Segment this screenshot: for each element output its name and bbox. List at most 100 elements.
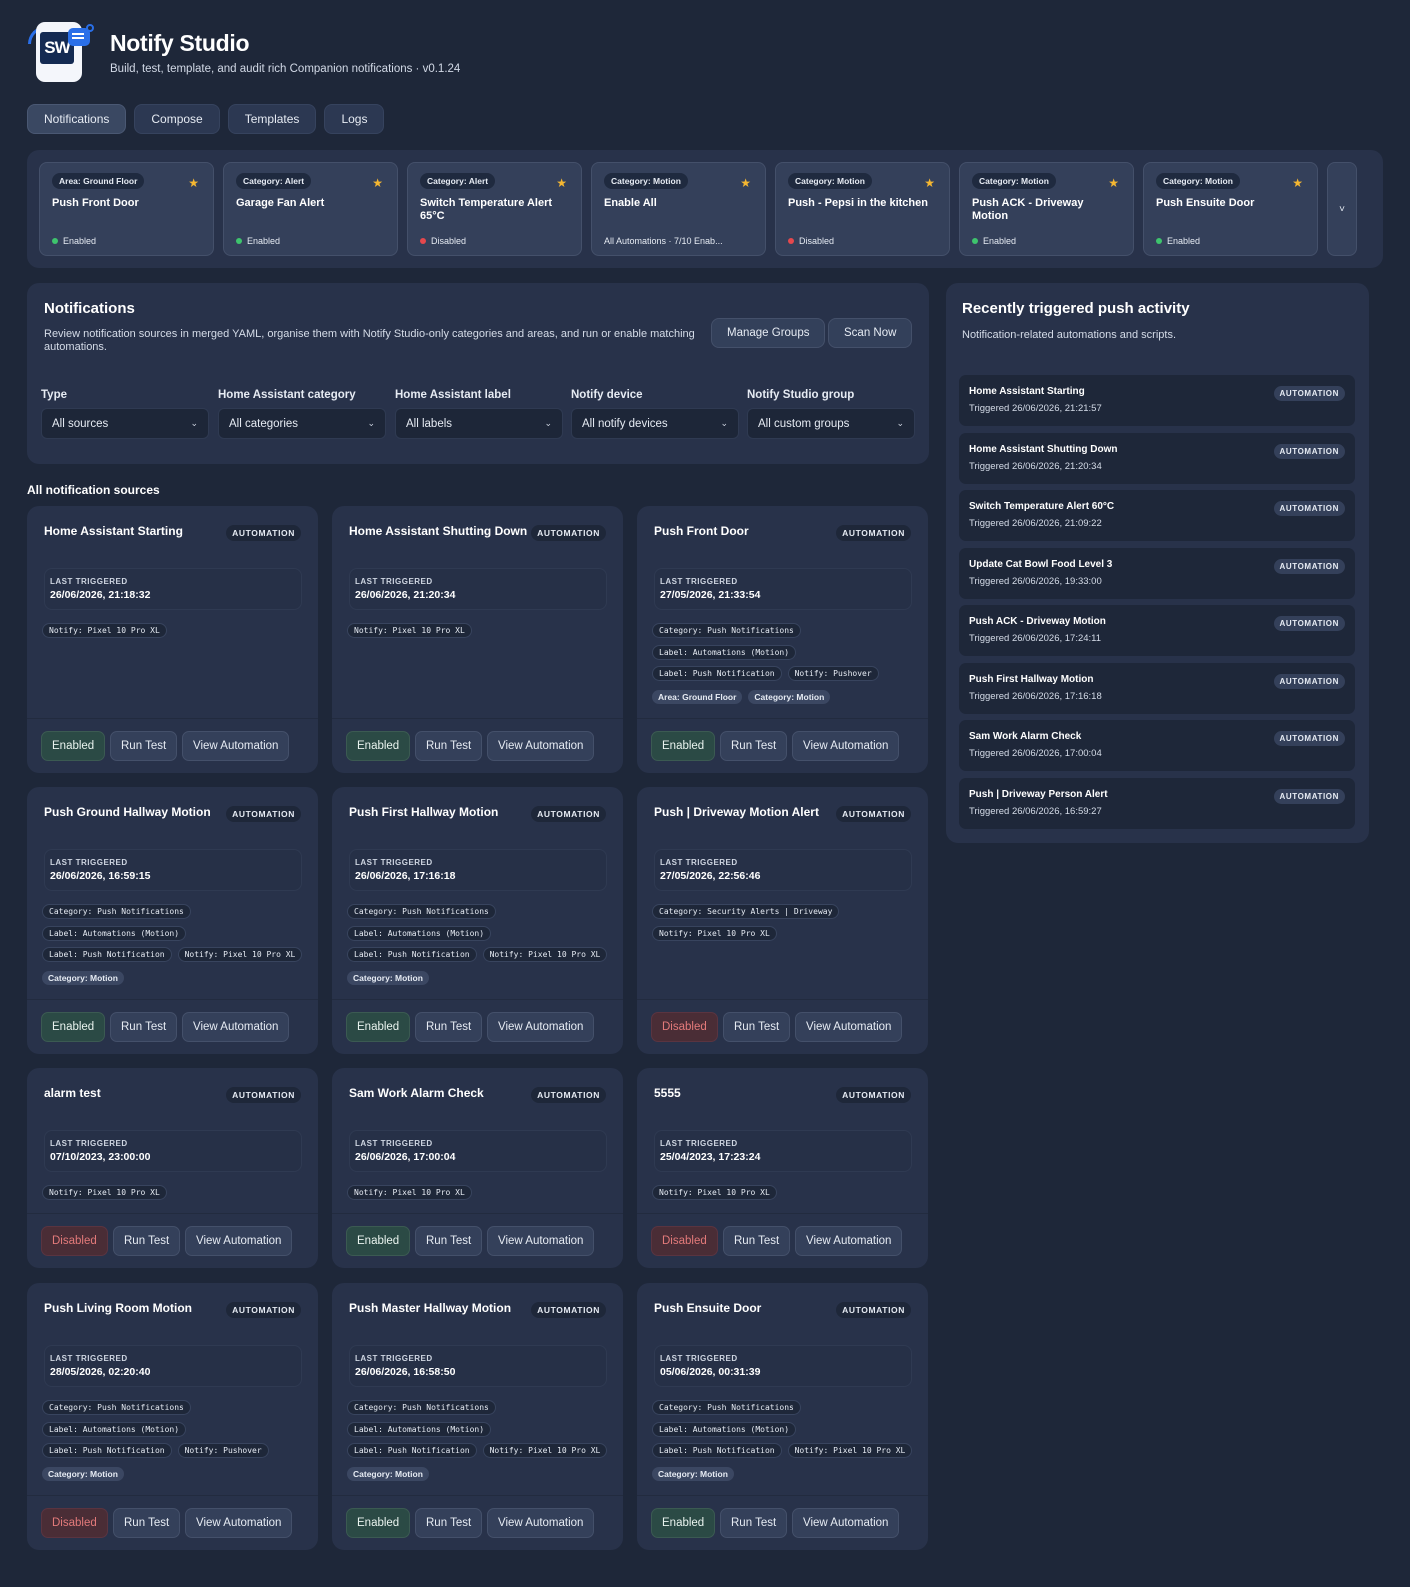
view-automation-button[interactable]: View Automation xyxy=(182,1012,290,1042)
run-test-button[interactable]: Run Test xyxy=(415,1226,483,1256)
status-dot-icon xyxy=(788,238,794,244)
scan-now-button[interactable]: Scan Now xyxy=(828,318,913,348)
run-test-button[interactable]: Run Test xyxy=(110,1012,178,1042)
run-test-button[interactable]: Run Test xyxy=(723,1226,791,1256)
run-test-button[interactable]: Run Test xyxy=(415,1508,483,1538)
tab-templates[interactable]: Templates xyxy=(227,104,317,134)
view-automation-button[interactable]: View Automation xyxy=(792,1508,900,1538)
favorite-card[interactable]: Category: Motion ★ Push ACK - Driveway Mot… xyxy=(959,162,1134,256)
favorite-card[interactable]: Category: Alert ★ Garage Fan Alert Enabled xyxy=(223,162,398,256)
last-triggered-value: 26/06/2026, 16:58:50 xyxy=(355,1366,456,1378)
enable-toggle-button[interactable]: Enabled xyxy=(41,1012,106,1042)
tag-row: Label: Automations (Motion) xyxy=(42,1421,187,1437)
enable-toggle-button[interactable]: Enabled xyxy=(651,731,716,761)
tab-logs[interactable]: Logs xyxy=(324,104,385,134)
enable-toggle-button[interactable]: Disabled xyxy=(41,1508,108,1538)
activity-item[interactable]: Push | Driveway Person Alert Triggered 26… xyxy=(959,777,1355,829)
status-dot-icon xyxy=(972,238,978,244)
activity-item[interactable]: Push ACK - Driveway Motion Triggered 26/0… xyxy=(959,605,1355,656)
source-card: Home Assistant Shutting Down AUTOMATION LA… xyxy=(332,506,623,773)
activity-time: Triggered 26/06/2026, 17:24:11 xyxy=(969,633,1102,644)
source-card: 5555 AUTOMATION LAST TRIGGERED 25/04/2023, … xyxy=(637,1068,928,1268)
activity-item[interactable]: Push First Hallway Motion Triggered 26/06… xyxy=(959,662,1355,714)
view-automation-button[interactable]: View Automation xyxy=(487,1508,595,1538)
enable-toggle-button[interactable]: Disabled xyxy=(651,1012,718,1042)
run-test-button[interactable]: Run Test xyxy=(720,1508,788,1538)
source-name: Push Master Hallway Motion xyxy=(349,1301,512,1315)
view-automation-button[interactable]: View Automation xyxy=(182,731,290,761)
activity-item[interactable]: Update Cat Bowl Food Level 3 Triggered 26… xyxy=(959,547,1355,599)
star-icon[interactable]: ★ xyxy=(1292,176,1303,190)
activity-item[interactable]: Home Assistant Starting Triggered 26/06/2… xyxy=(959,375,1355,426)
type-badge: AUTOMATION xyxy=(1273,673,1345,689)
activity-item[interactable]: Switch Temperature Alert 60°C Triggered 2… xyxy=(959,490,1355,541)
favorite-card[interactable]: Area: Ground Floor ★ Push Front Door Enable… xyxy=(39,162,214,256)
last-triggered-value: 26/06/2026, 17:00:04 xyxy=(355,1151,456,1163)
enable-toggle-button[interactable]: Disabled xyxy=(41,1226,108,1256)
star-icon[interactable]: ★ xyxy=(188,176,199,190)
run-test-button[interactable]: Run Test xyxy=(113,1226,181,1256)
enable-toggle-button[interactable]: Enabled xyxy=(346,1012,411,1042)
main-tabs: Notifications Compose Templates Logs xyxy=(27,104,385,134)
run-test-button[interactable]: Run Test xyxy=(113,1508,181,1538)
favorite-card[interactable]: Category: Motion ★ Enable All All Automatio… xyxy=(591,162,766,256)
favorite-chip: Category: Alert xyxy=(236,173,312,189)
view-automation-button[interactable]: View Automation xyxy=(487,1012,595,1042)
star-icon[interactable]: ★ xyxy=(1108,176,1119,190)
favorite-name: Switch Temperature Alert 65°C xyxy=(420,197,553,222)
activity-time: Triggered 26/06/2026, 16:59:27 xyxy=(969,805,1102,817)
enable-toggle-button[interactable]: Enabled xyxy=(41,731,106,761)
filter-select[interactable]: All labels ⌄ xyxy=(395,408,563,439)
star-icon[interactable]: ★ xyxy=(740,176,751,190)
filter-select[interactable]: All categories ⌄ xyxy=(218,408,386,439)
enable-toggle-button[interactable]: Enabled xyxy=(651,1508,716,1538)
card-actions: Disabled Run Test View Automation xyxy=(27,1213,318,1268)
last-triggered-label: LAST TRIGGERED xyxy=(355,1354,433,1363)
tag-row: Label: Push Notification Notify: Pixel 10… xyxy=(42,947,303,962)
app-header: SW Notify Studio Build, test, template, … xyxy=(28,18,460,86)
run-test-button[interactable]: Run Test xyxy=(415,731,483,761)
last-triggered-box: LAST TRIGGERED 07/10/2023, 23:00:00 xyxy=(44,1130,302,1172)
view-automation-button[interactable]: View Automation xyxy=(792,731,900,761)
view-automation-button[interactable]: View Automation xyxy=(185,1508,293,1538)
tab-notifications[interactable]: Notifications xyxy=(27,104,127,134)
star-icon[interactable]: ★ xyxy=(372,176,383,190)
last-triggered-box: LAST TRIGGERED 28/05/2026, 02:20:40 xyxy=(44,1345,302,1387)
enable-toggle-button[interactable]: Disabled xyxy=(651,1226,718,1256)
run-test-button[interactable]: Run Test xyxy=(723,1012,791,1042)
run-test-button[interactable]: Run Test xyxy=(720,731,788,761)
filter-0: Type All sources ⌄ xyxy=(41,389,209,439)
tab-compose[interactable]: Compose xyxy=(134,104,220,134)
enable-toggle-button[interactable]: Enabled xyxy=(346,1508,411,1538)
star-icon[interactable]: ★ xyxy=(924,176,935,190)
tag-row: Label: Push Notification Notify: Pixel 10… xyxy=(347,947,608,962)
app-logo-icon: SW xyxy=(28,18,96,86)
last-triggered-box: LAST TRIGGERED 25/04/2023, 17:23:24 xyxy=(654,1130,912,1172)
view-automation-button[interactable]: View Automation xyxy=(487,731,595,761)
view-automation-button[interactable]: View Automation xyxy=(185,1226,293,1256)
tag-row: Label: Automations (Motion) xyxy=(347,1421,492,1437)
filter-select[interactable]: All custom groups ⌄ xyxy=(747,408,915,439)
last-triggered-value: 27/05/2026, 22:56:46 xyxy=(660,870,761,882)
view-automation-button[interactable]: View Automation xyxy=(487,1226,595,1256)
type-badge: AUTOMATION xyxy=(1273,616,1345,631)
favorite-card[interactable]: Category: Motion ★ Push - Pepsi in the kit… xyxy=(775,162,950,256)
manage-groups-button[interactable]: Manage Groups xyxy=(711,318,826,348)
star-icon[interactable]: ★ xyxy=(556,176,567,190)
favorite-card[interactable]: Category: Motion ★ Push Ensuite Door Enable… xyxy=(1143,162,1318,256)
view-automation-button[interactable]: View Automation xyxy=(795,1226,903,1256)
filter-select[interactable]: All sources ⌄ xyxy=(41,408,209,439)
favorite-card[interactable]: Category: Alert ★ Switch Temperature Alert… xyxy=(407,162,582,256)
favorite-name: Garage Fan Alert xyxy=(236,197,325,209)
enable-toggle-button[interactable]: Enabled xyxy=(346,731,411,761)
run-test-button[interactable]: Run Test xyxy=(110,731,178,761)
enable-toggle-button[interactable]: Enabled xyxy=(346,1226,411,1256)
last-triggered-box: LAST TRIGGERED 27/05/2026, 21:33:54 xyxy=(654,568,912,610)
activity-item[interactable]: Home Assistant Shutting Down Triggered 26… xyxy=(959,432,1355,484)
activity-item[interactable]: Sam Work Alarm Check Triggered 26/06/2026… xyxy=(959,720,1355,771)
last-triggered-box: LAST TRIGGERED 26/06/2026, 21:18:32 xyxy=(44,568,302,610)
chevron-down-icon[interactable]: ˅ xyxy=(1327,162,1357,256)
run-test-button[interactable]: Run Test xyxy=(415,1012,483,1042)
filter-select[interactable]: All notify devices ⌄ xyxy=(571,408,739,439)
view-automation-button[interactable]: View Automation xyxy=(795,1012,903,1042)
